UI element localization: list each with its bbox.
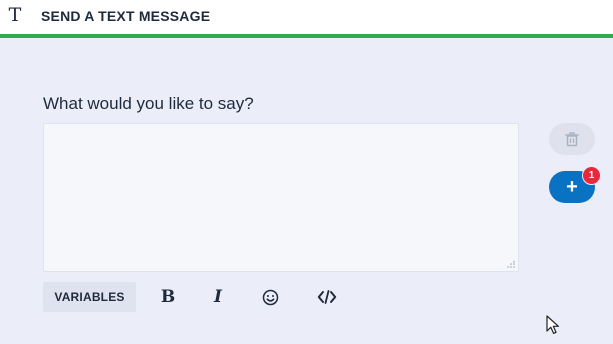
message-header: T SEND A TEXT MESSAGE	[0, 0, 613, 38]
code-icon	[317, 290, 337, 304]
trash-icon	[565, 132, 579, 147]
notification-badge: 1	[582, 166, 601, 185]
emoji-button[interactable]	[259, 282, 281, 312]
bold-icon: B	[160, 287, 176, 307]
mouse-cursor-icon	[546, 315, 559, 334]
code-button[interactable]	[314, 282, 340, 312]
bold-button[interactable]: B	[157, 282, 179, 312]
italic-button[interactable]: I	[207, 282, 229, 312]
variables-button[interactable]: VARIABLES	[43, 282, 136, 312]
message-textarea[interactable]	[43, 123, 519, 272]
emoji-icon	[262, 289, 278, 305]
plus-icon: +	[566, 175, 578, 198]
text-type-icon: T	[8, 4, 22, 26]
message-prompt: What would you like to say?	[43, 94, 254, 113]
italic-icon: I	[214, 287, 222, 307]
delete-message-button[interactable]	[549, 123, 595, 155]
header-title: SEND A TEXT MESSAGE	[41, 8, 211, 24]
